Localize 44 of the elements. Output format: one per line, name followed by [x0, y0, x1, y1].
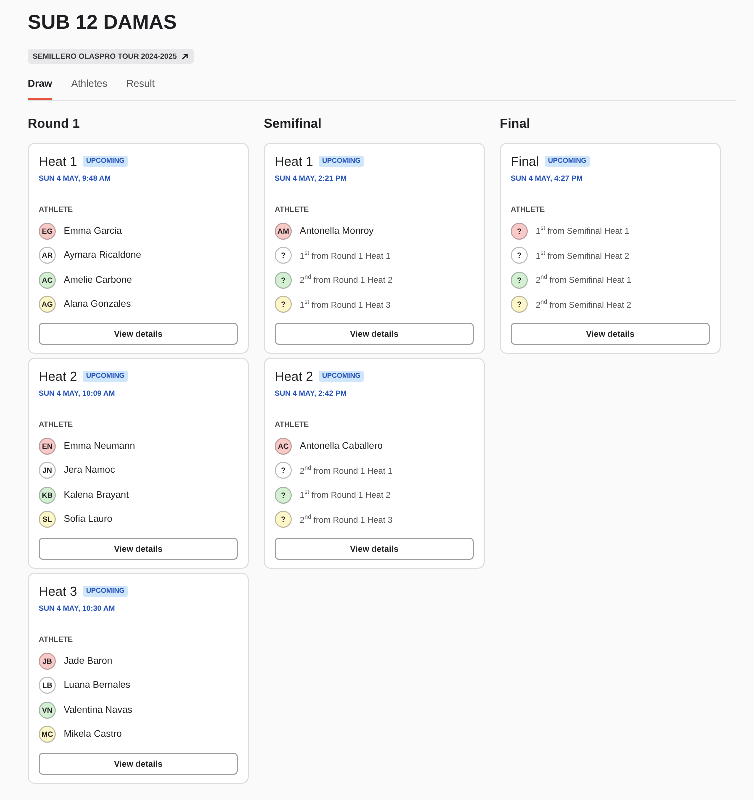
- heat-title: Heat 1: [39, 154, 78, 169]
- qualifier-text: 2$^{nd}$ from Semifinal Heat 1: [536, 275, 632, 286]
- qualifier-text: 1$^{st}$ from Round 1 Heat 1: [300, 250, 391, 261]
- round-heading: Semifinal: [264, 116, 323, 131]
- view-details-button[interactable]: View details: [39, 753, 238, 775]
- qualifier-text: 2$^{nd}$ from Round 1 Heat 2: [300, 275, 393, 286]
- tab[interactable]: Athletes: [71, 79, 108, 100]
- athlete-name: Valentina Navas: [64, 704, 132, 716]
- tab[interactable]: Draw: [28, 79, 52, 100]
- athlete-name: Antonella Caballero: [300, 440, 383, 452]
- external-link-icon: [181, 52, 190, 60]
- athlete-name: Sofia Lauro: [64, 514, 113, 526]
- athlete-name: Kalena Brayant: [64, 490, 129, 501]
- view-details-button[interactable]: View details: [39, 323, 238, 345]
- view-details-button[interactable]: View details: [511, 323, 710, 345]
- heat-title: Heat 2: [275, 369, 314, 384]
- qualifier-text: 2$^{nd}$ from Round 1 Heat 3: [300, 514, 393, 525]
- view-details-button[interactable]: View details: [39, 538, 238, 560]
- qualifier-text: 2$^{nd}$ from Round 1 Heat 1: [300, 466, 393, 476]
- heat-title: Heat 2: [39, 369, 78, 384]
- view-details-button[interactable]: View details: [275, 538, 474, 560]
- athlete-name: Luana Bernales: [64, 680, 131, 692]
- qualifier-text: 2$^{nd}$ from Semifinal Heat 2: [536, 300, 632, 310]
- round-heading: Round 1: [28, 116, 81, 131]
- round-heading: Final: [500, 116, 532, 131]
- view-details-button[interactable]: View details: [275, 323, 474, 345]
- qualifier-text: 1$^{st}$ from Round 1 Heat 3: [300, 300, 391, 310]
- heat-title: Heat 3: [39, 584, 78, 599]
- athlete-name: Emma Garcia: [64, 226, 122, 237]
- heat-title: Final: [511, 154, 540, 169]
- athlete-name: Aymara Ricaldone: [64, 250, 142, 262]
- qualifier-text: 1$^{st}$ from Semifinal Heat 1: [536, 226, 630, 236]
- athlete-name: Jade Baron: [64, 656, 113, 667]
- athlete-name: Emma Neumann: [64, 440, 136, 452]
- qualifier-text: 1$^{st}$ from Semifinal Heat 2: [536, 250, 630, 261]
- athlete-name: Antonella Monroy: [300, 226, 374, 237]
- athlete-name: Alana Gonzales: [64, 299, 132, 310]
- page-title: SUB 12 DAMAS: [28, 11, 178, 35]
- athlete-name: Jera Namoc: [64, 465, 116, 476]
- athlete-name: Amelie Carbone: [64, 274, 132, 286]
- heat-title: Heat 1: [275, 154, 314, 169]
- athlete-name: Mikela Castro: [64, 729, 122, 740]
- tab[interactable]: Result: [126, 79, 155, 100]
- qualifier-text: 1$^{st}$ from Round 1 Heat 2: [300, 490, 391, 500]
